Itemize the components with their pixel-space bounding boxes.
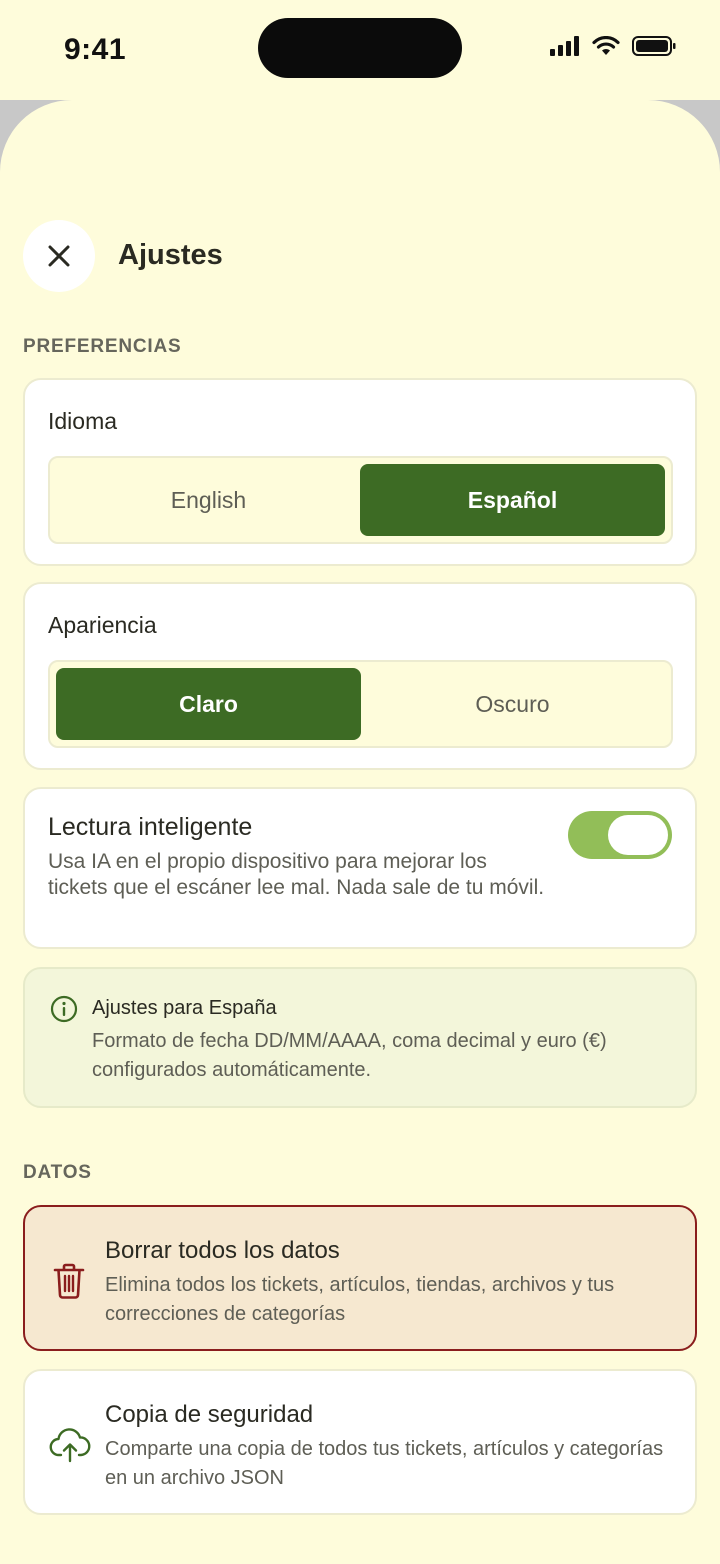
smart-reading-description: Usa IA en el propio dispositivo para mej… xyxy=(48,850,545,899)
region-info-title: Ajustes para España xyxy=(92,997,277,1019)
close-button[interactable] xyxy=(23,220,95,292)
toggle-knob xyxy=(608,815,668,855)
region-info-card: Ajustes para España Formato de fecha DD/… xyxy=(23,967,697,1108)
smart-reading-title: Lectura inteligente xyxy=(48,813,253,841)
smart-reading-card: Lectura inteligente Usa IA en el propio … xyxy=(23,787,697,949)
backup-title: Copia de seguridad xyxy=(105,1401,314,1428)
status-bar: 9:41 xyxy=(0,0,720,100)
delete-all-data-title: Borrar todos los datos xyxy=(105,1237,340,1264)
appearance-option-claro[interactable]: Claro xyxy=(56,668,361,740)
cloud-upload-icon xyxy=(49,1428,91,1463)
appearance-option-oscuro[interactable]: Oscuro xyxy=(360,668,665,740)
language-card: Idioma English Español xyxy=(23,378,697,566)
smart-reading-toggle[interactable] xyxy=(568,811,672,859)
delete-all-data-button[interactable]: Borrar todos los datos Elimina todos los… xyxy=(23,1205,697,1351)
status-icons xyxy=(550,36,676,56)
settings-sheet: Ajustes PREFERENCIAS Idioma English Espa… xyxy=(0,100,720,1564)
appearance-card: Apariencia Claro Oscuro xyxy=(23,582,697,770)
dynamic-island xyxy=(258,18,462,78)
cellular-signal-icon xyxy=(550,36,579,56)
backup-button[interactable]: Copia de seguridad Comparte una copia de… xyxy=(23,1369,697,1515)
section-label-data: DATOS xyxy=(23,1162,92,1183)
close-icon xyxy=(48,245,70,267)
delete-all-data-description: Elimina todos los tickets, artículos, ti… xyxy=(105,1274,615,1325)
trash-icon xyxy=(53,1263,85,1299)
info-icon xyxy=(50,995,78,1023)
battery-icon xyxy=(632,36,676,56)
status-time: 9:41 xyxy=(64,33,127,66)
settings-screen: 9:41 Ajustes PREFERENCIAS Idioma English… xyxy=(0,0,720,1564)
section-label-preferences: PREFERENCIAS xyxy=(23,336,182,357)
page-title: Ajustes xyxy=(118,239,223,271)
language-option-espanol[interactable]: Español xyxy=(360,464,665,536)
language-segmented-control: English Español xyxy=(48,456,673,544)
region-info-description: Formato de fecha DD/MM/AAAA, coma decima… xyxy=(92,1030,607,1081)
appearance-segmented-control: Claro Oscuro xyxy=(48,660,673,748)
language-label: Idioma xyxy=(48,408,118,434)
language-option-english[interactable]: English xyxy=(56,464,361,536)
backup-description: Comparte una copia de todos tus tickets,… xyxy=(105,1438,664,1489)
appearance-label: Apariencia xyxy=(48,612,157,638)
wifi-icon xyxy=(592,36,620,55)
